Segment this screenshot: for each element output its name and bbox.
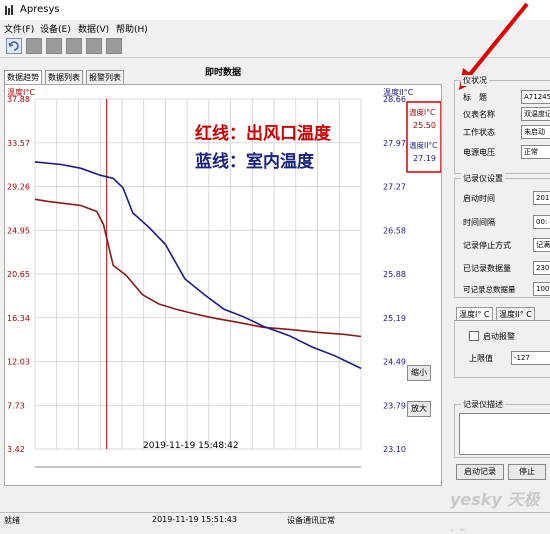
chart-panel: 37.88 33.57 29.26 24.95 20.65 16.34 12.03 7.73 3… (4, 84, 442, 486)
left-axis-label: 温度I°C (7, 87, 35, 97)
power-field[interactable]: 正常 (521, 145, 550, 159)
work-status-field[interactable]: 未启动 (521, 125, 550, 139)
menu-data[interactable]: 数据(V) (78, 22, 109, 35)
right-tick-label: 25.19 (383, 314, 406, 323)
right-tick-label: 26.58 (383, 226, 406, 235)
right-tick-label: 27.97 (383, 139, 406, 148)
stop-record-button[interactable]: 停止 (508, 464, 546, 480)
title-field[interactable]: A712456 (521, 90, 550, 104)
menu-device[interactable]: 设备(E) (40, 22, 71, 35)
interval-label: 时间间隔 (463, 218, 495, 227)
tab-temp-1[interactable]: 温度I° C (456, 307, 493, 321)
annotation-blue: 蓝线：室内温度 (195, 151, 315, 172)
right-tick-label: 23.79 (383, 401, 406, 410)
capacity-label: 可记录总数据量 (463, 285, 516, 294)
alarm-label: 启动报警 (483, 332, 515, 341)
tab-temp-2[interactable]: 温度II° C (496, 307, 535, 321)
recorded-count-label: 已记录数据量 (463, 264, 511, 273)
menu-help[interactable]: 帮助(H) (116, 22, 148, 35)
description-group-title: 记录仪描述 (461, 399, 505, 410)
description-group: 记录仪描述 (454, 399, 550, 458)
left-tick-label: 3.42 (7, 445, 25, 454)
zoom-out-button[interactable]: 缩小 (407, 365, 431, 381)
chart-title: 即时数据 (205, 68, 242, 78)
annotation-red: 红线：出风口温度 (195, 123, 332, 144)
device-name-field[interactable]: 双温度记 (521, 107, 550, 121)
tab-trend[interactable]: 数据趋势 (4, 70, 42, 84)
interval-field[interactable]: 00: (533, 215, 550, 229)
description-textarea[interactable] (459, 413, 550, 455)
menu-file[interactable]: 文件(F) (4, 22, 34, 35)
recorded-count-field[interactable]: 230 (533, 261, 550, 275)
right-tick-label: 24.49 (383, 358, 406, 367)
status-bar: 就绪 2019-11-19 15:51:43 设备通讯正常 (0, 512, 550, 529)
app-icon (4, 4, 16, 16)
status-ready: 就绪 (4, 516, 20, 525)
toolbar-button-4[interactable] (66, 38, 82, 54)
start-time-field[interactable]: 201 (533, 191, 550, 205)
right-axis-label: 温度II°C (383, 87, 414, 97)
left-axis-ticks: 37.8833.5729.2624.9520.6516.3412.037.733… (7, 95, 30, 454)
settings-group-title: 记录仪设置 (461, 173, 505, 184)
left-tick-label: 12.03 (7, 358, 30, 367)
readout-label-1: 温度I°C (409, 107, 435, 117)
right-tick-label: 25.88 (383, 270, 406, 279)
readout-label-2: 温度II°C (409, 140, 437, 150)
left-tick-label: 24.95 (7, 226, 30, 235)
power-label: 电源电压 (463, 148, 495, 157)
alarm-settings: 启动报警 上限值 -127 (454, 320, 550, 378)
series-line-blue (34, 161, 362, 370)
window-title: Apresys (20, 4, 60, 15)
trend-chart[interactable]: 37.8833.5729.2624.9520.6516.3412.037.733… (5, 85, 442, 485)
stop-mode-label: 记录停止方式 (463, 241, 511, 250)
toolbar-button-5[interactable] (86, 38, 102, 54)
alarm-checkbox[interactable] (469, 331, 479, 341)
device-name-label: 仪表名称 (463, 110, 495, 119)
tab-data-list[interactable]: 数据列表 (45, 70, 83, 84)
upper-limit-field[interactable]: -127 (511, 351, 550, 365)
upper-limit-label: 上限值 (469, 354, 493, 363)
start-time-label: 启动时间 (463, 194, 495, 203)
status-time: 2019-11-19 15:51:43 (152, 515, 237, 524)
cursor-timestamp: 2019-11-19 15:48:42 (143, 441, 239, 451)
settings-group: 记录仪设置 启动时间 201 时间间隔 00: 记录停止方式 记满 已记录数据量… (454, 173, 550, 298)
left-tick-label: 29.26 (7, 183, 30, 192)
capacity-field[interactable]: 100 (533, 282, 550, 296)
left-tick-label: 16.34 (7, 314, 30, 323)
zoom-in-button[interactable]: 放大 (407, 401, 431, 417)
toolbar-button-6[interactable] (106, 38, 122, 54)
stop-mode-field[interactable]: 记满 (533, 238, 550, 252)
status-group-title: 仪状况 (461, 75, 489, 86)
refresh-icon[interactable] (6, 38, 22, 54)
readout-value-2: 27.19 (413, 154, 436, 163)
toolbar-button-2[interactable] (26, 38, 42, 54)
toolbar-button-3[interactable] (46, 38, 62, 54)
title-label: 标 题 (463, 93, 487, 102)
work-status-label: 工作状态 (463, 128, 495, 137)
status-comm: 设备通讯正常 (287, 516, 335, 525)
right-tick-label: 27.27 (383, 183, 406, 192)
status-group: 仪状况 标 题 A712456 仪表名称 双温度记 工作状态 未启动 电源电压 … (454, 75, 550, 174)
start-record-button[interactable]: 启动记录 (456, 464, 504, 480)
right-tick-label: 23.10 (383, 445, 406, 454)
left-tick-label: 7.73 (7, 401, 25, 410)
right-axis-ticks: 28.6627.9727.2726.5825.8825.1924.4923.79… (383, 95, 406, 454)
series-line-red (34, 198, 362, 338)
left-tick-label: 20.65 (7, 270, 30, 279)
left-tick-label: 33.57 (7, 139, 30, 148)
readout-value-1: 25.50 (413, 121, 436, 130)
tab-alarm-list[interactable]: 报警列表 (86, 70, 124, 84)
